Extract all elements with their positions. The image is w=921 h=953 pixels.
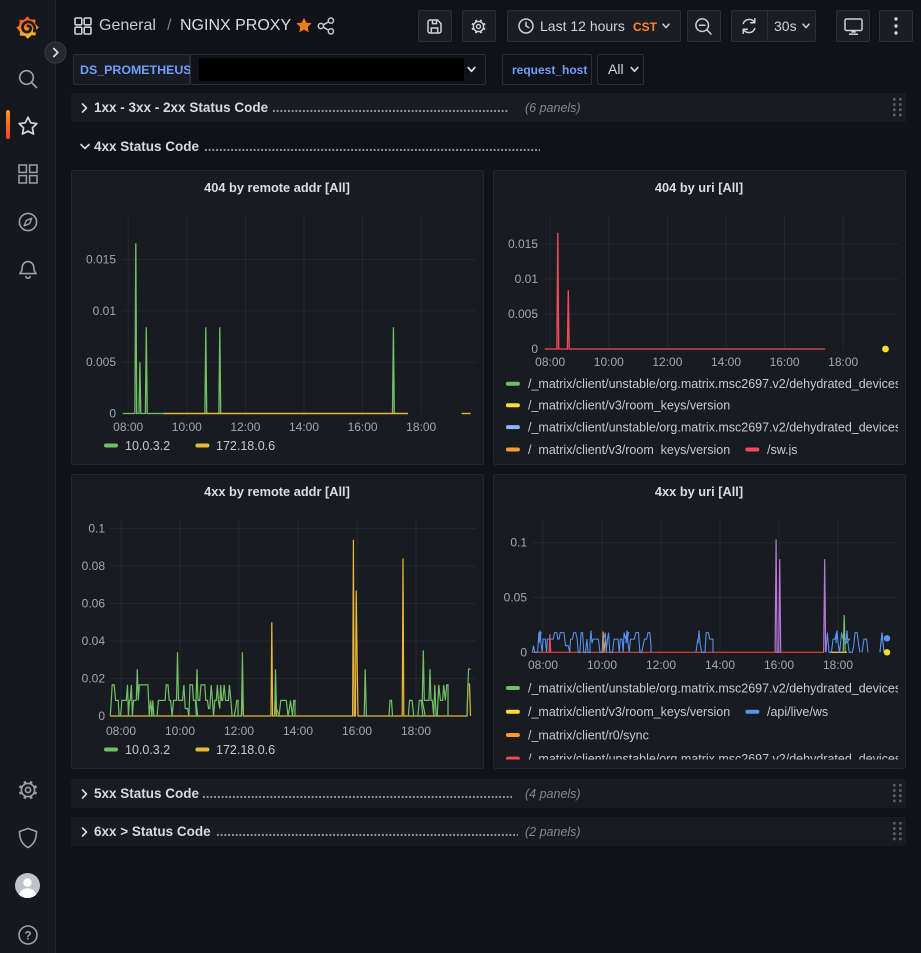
- svg-text:18:00: 18:00: [401, 724, 431, 738]
- svg-text:14:00: 14:00: [289, 420, 319, 434]
- svg-text:/_matrix/client/unstable/org.m: /_matrix/client/unstable/org.matrix.msc2…: [528, 681, 901, 695]
- svg-text:404 by uri [All]: 404 by uri [All]: [655, 180, 743, 195]
- svg-text:0.05: 0.05: [504, 591, 528, 605]
- svg-text:0.005: 0.005: [86, 355, 116, 369]
- svg-text:0.015: 0.015: [86, 253, 116, 267]
- svg-text:10:00: 10:00: [587, 658, 617, 672]
- svg-text:172.18.0.6: 172.18.0.6: [216, 439, 275, 453]
- svg-text:08:00: 08:00: [106, 724, 136, 738]
- svg-text:10.0.3.2: 10.0.3.2: [125, 743, 170, 757]
- svg-text:0: 0: [98, 709, 105, 723]
- svg-text:16:00: 16:00: [348, 420, 378, 434]
- svg-text:0: 0: [109, 407, 116, 421]
- svg-text:16:00: 16:00: [764, 658, 794, 672]
- svg-text:08:00: 08:00: [535, 355, 565, 369]
- svg-text:14:00: 14:00: [711, 355, 741, 369]
- svg-text:10:00: 10:00: [172, 420, 202, 434]
- svg-text:/_matrix/client/v3/room_keys/v: /_matrix/client/v3/room_keys/version: [528, 443, 730, 457]
- svg-text:/_matrix/client/unstable/org.m: /_matrix/client/unstable/org.matrix.msc2…: [528, 421, 901, 435]
- svg-text:12:00: 12:00: [224, 724, 254, 738]
- svg-text:16:00: 16:00: [770, 355, 800, 369]
- svg-text:16:00: 16:00: [342, 724, 372, 738]
- svg-text:08:00: 08:00: [528, 658, 558, 672]
- svg-text:0.01: 0.01: [515, 272, 539, 286]
- svg-text:12:00: 12:00: [230, 420, 260, 434]
- svg-text:12:00: 12:00: [646, 658, 676, 672]
- svg-text:0.02: 0.02: [82, 672, 106, 686]
- svg-text:/api/live/ws: /api/live/ws: [767, 705, 828, 719]
- svg-text:/sw.js: /sw.js: [767, 443, 798, 457]
- svg-text:10.0.3.2: 10.0.3.2: [125, 439, 170, 453]
- svg-text:/_matrix/client/v3/room_keys/v: /_matrix/client/v3/room_keys/version: [528, 705, 730, 719]
- svg-text:0.01: 0.01: [93, 304, 117, 318]
- svg-text:12:00: 12:00: [652, 355, 682, 369]
- svg-text:0.04: 0.04: [82, 634, 106, 648]
- svg-text:08:00: 08:00: [113, 420, 143, 434]
- svg-text:0.005: 0.005: [508, 307, 538, 321]
- svg-text:0.08: 0.08: [82, 559, 106, 573]
- svg-text:172.18.0.6: 172.18.0.6: [216, 743, 275, 757]
- svg-text:18:00: 18:00: [828, 355, 858, 369]
- svg-text:404 by remote addr [All]: 404 by remote addr [All]: [204, 180, 350, 195]
- svg-text:/_matrix/client/r0/sync: /_matrix/client/r0/sync: [528, 728, 649, 742]
- svg-text:0: 0: [531, 342, 538, 356]
- svg-text:18:00: 18:00: [823, 658, 853, 672]
- svg-text:/_matrix/client/unstable/org.m: /_matrix/client/unstable/org.matrix.msc2…: [528, 377, 901, 391]
- svg-text:0: 0: [520, 645, 527, 659]
- svg-text:14:00: 14:00: [705, 658, 735, 672]
- svg-text:10:00: 10:00: [594, 355, 624, 369]
- svg-text:?: ?: [24, 928, 31, 942]
- svg-text:14:00: 14:00: [283, 724, 313, 738]
- svg-text:0.015: 0.015: [508, 237, 538, 251]
- svg-text:4xx by remote addr [All]: 4xx by remote addr [All]: [204, 484, 350, 499]
- svg-text:0.1: 0.1: [510, 536, 527, 550]
- svg-text:0.06: 0.06: [82, 597, 106, 611]
- svg-text:10:00: 10:00: [165, 724, 195, 738]
- svg-text:0.1: 0.1: [88, 522, 105, 536]
- svg-text:4xx by uri [All]: 4xx by uri [All]: [655, 484, 743, 499]
- svg-text:18:00: 18:00: [406, 420, 436, 434]
- svg-text:/_matrix/client/v3/room_keys/v: /_matrix/client/v3/room_keys/version: [528, 399, 730, 413]
